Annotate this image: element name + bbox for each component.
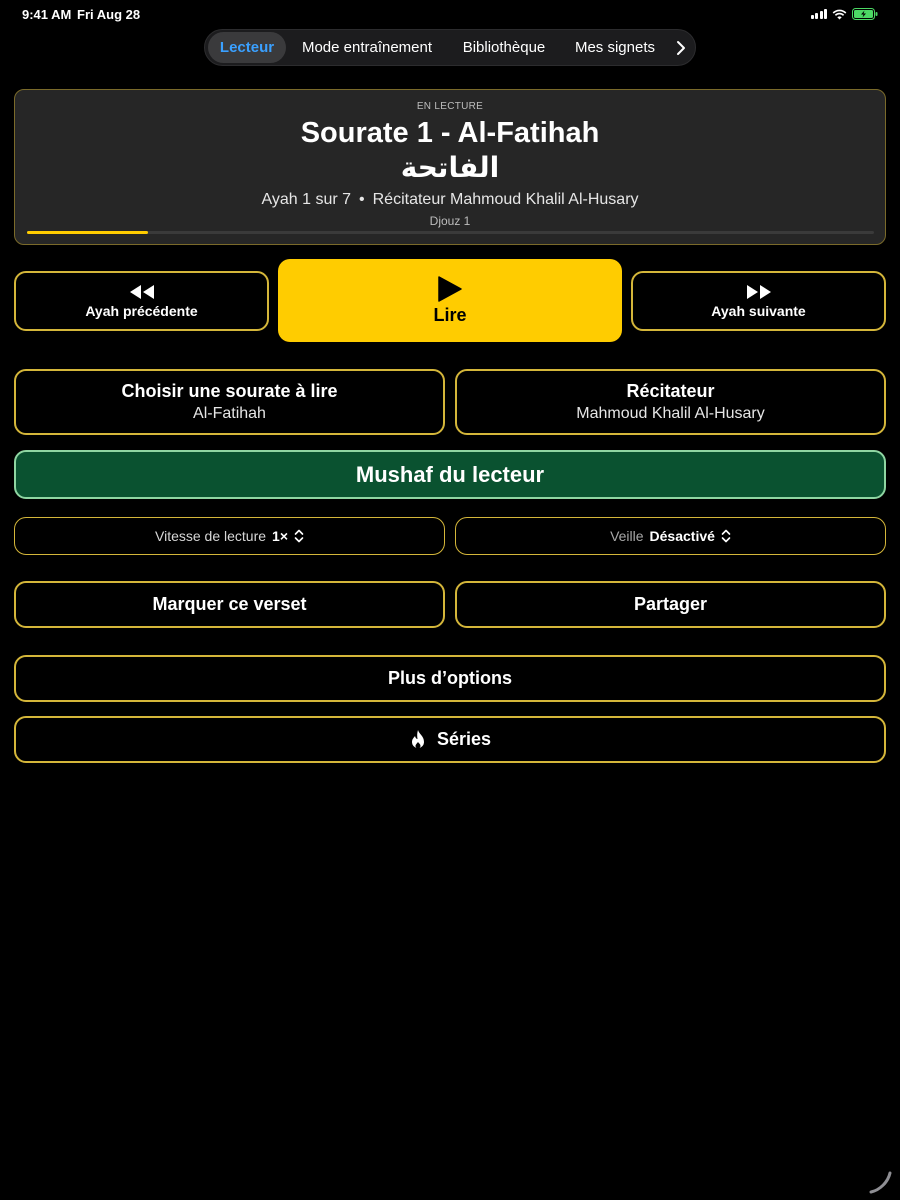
sleep-timer-label: Veille (610, 528, 644, 544)
previous-ayah-label: Ayah précédente (85, 302, 198, 319)
play-label: Lire (433, 304, 467, 325)
ayah-info: Ayah 1 sur 7 (261, 191, 352, 208)
share-button[interactable]: Partager (455, 581, 886, 628)
streaks-label: Séries (436, 729, 492, 749)
top-nav: Lecteur Mode entraînement Bibliothèque M… (204, 29, 696, 66)
status-date: Fri Aug 28 (77, 7, 141, 22)
previous-ayah-button[interactable]: Ayah précédente (14, 271, 269, 331)
choose-surah-label: Choisir une sourate à lire (121, 381, 338, 401)
streaks-button[interactable]: Séries (14, 716, 886, 763)
next-ayah-button[interactable]: Ayah suivante (631, 271, 886, 331)
battery-charging-icon (852, 8, 878, 20)
sleep-timer-value: Désactivé (649, 528, 715, 544)
surah-title: Sourate 1 - Al-Fatihah (300, 117, 600, 149)
playback-speed-value: 1× (272, 528, 288, 544)
mushaf-label: Mushaf du lecteur (355, 461, 545, 487)
sleep-timer-picker[interactable]: Veille Désactivé (455, 517, 886, 555)
now-playing-meta: Ayah 1 sur 7 • Récitateur Mahmoud Khalil A… (15, 191, 885, 209)
reciter-value: Mahmoud Khalil Al-Husary (576, 405, 765, 422)
separator-dot: • (359, 191, 365, 208)
wifi-icon (832, 9, 847, 20)
status-bar: 9:41 AM Fri Aug 28 (0, 0, 900, 28)
chevron-up-down-icon (721, 529, 731, 543)
status-time: 9:41 AM (22, 7, 72, 22)
choose-surah-value: Al-Fatihah (193, 405, 266, 422)
tab-mode-entrainement[interactable]: Mode entraînement (286, 32, 448, 63)
choose-surah-button[interactable]: Choisir une sourate à lire Al-Fatihah (14, 369, 445, 435)
tab-mes-signets[interactable]: Mes signets (560, 32, 670, 63)
playback-speed-picker[interactable]: Vitesse de lecture 1× (14, 517, 445, 555)
fast-forward-icon (746, 284, 771, 299)
status-icons (810, 8, 879, 20)
play-button[interactable]: Lire (278, 259, 622, 342)
bookmark-verse-button[interactable]: Marquer ce verset (14, 581, 445, 628)
tab-lecteur[interactable]: Lecteur (208, 32, 286, 63)
flame-icon (411, 729, 424, 748)
juz-label: Djouz 1 (429, 214, 471, 228)
reciter-label: Récitateur (626, 381, 715, 401)
mushaf-button[interactable]: Mushaf du lecteur (14, 450, 886, 499)
playback-progress[interactable] (27, 231, 874, 234)
playback-speed-label: Vitesse de lecture (155, 528, 267, 544)
more-options-label: Plus d’options (388, 668, 512, 688)
more-options-button[interactable]: Plus d’options (14, 655, 886, 702)
share-label: Partager (633, 594, 708, 614)
tab-bibliotheque[interactable]: Bibliothèque (448, 32, 560, 63)
corner-grabber-icon (869, 1171, 892, 1194)
cellular-signal-icon (810, 9, 827, 19)
surah-arabic-title: الفاتحة (400, 151, 500, 184)
rewind-icon (129, 284, 154, 299)
reciter-button[interactable]: Récitateur Mahmoud Khalil Al-Husary (455, 369, 886, 435)
playback-progress-fill (27, 231, 149, 234)
play-icon (438, 275, 462, 302)
reciter-info: Récitateur Mahmoud Khalil Al-Husary (372, 191, 639, 208)
bookmark-verse-label: Marquer ce verset (152, 594, 307, 614)
now-playing-card: EN LECTURE Sourate 1 - Al-Fatihah الفاتح… (14, 89, 886, 245)
chevron-right-icon[interactable] (670, 32, 692, 63)
next-ayah-label: Ayah suivante (711, 302, 806, 319)
now-playing-kicker: EN LECTURE (416, 101, 484, 112)
chevron-up-down-icon (294, 529, 304, 543)
